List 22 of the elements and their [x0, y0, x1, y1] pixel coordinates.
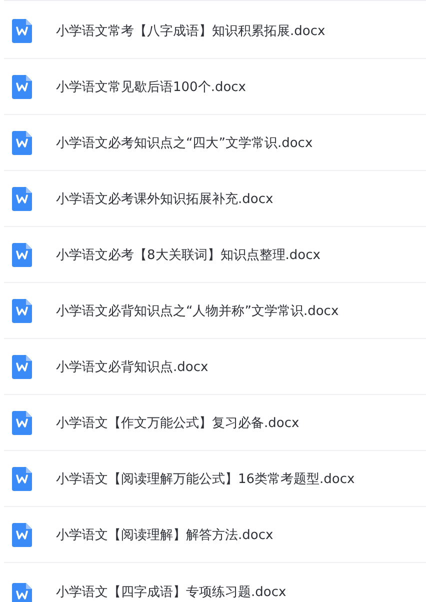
document-icon [12, 242, 32, 266]
file-name[interactable]: 小学语文【作文万能公式】复习必备.docx [56, 414, 300, 432]
document-icon [12, 74, 32, 98]
document-icon [12, 522, 32, 546]
document-icon [12, 354, 32, 378]
file-name[interactable]: 小学语文必考知识点之“四大”文学常识.docx [56, 134, 313, 152]
file-name[interactable]: 小学语文【四字成语】专项练习题.docx [56, 583, 286, 601]
file-name[interactable]: 小学语文必考课外知识拓展补充.docx [56, 190, 274, 208]
document-icon [12, 583, 32, 602]
document-icon [12, 130, 32, 154]
document-icon [12, 18, 32, 42]
file-name[interactable]: 小学语文常见歇后语100个.docx [56, 78, 246, 96]
file-name[interactable]: 小学语文必背知识点.docx [56, 358, 208, 376]
file-name[interactable]: 小学语文【阅读理解万能公式】16类常考题型.docx [56, 470, 355, 488]
document-icon [12, 466, 32, 490]
document-icon [12, 410, 32, 434]
document-icon [12, 186, 32, 210]
file-name[interactable]: 小学语文必考【8大关联词】知识点整理.docx [56, 246, 320, 264]
file-name[interactable]: 小学语文【阅读理解】解答方法.docx [56, 526, 274, 544]
document-icon [12, 298, 32, 322]
file-name[interactable]: 小学语文常考【八字成语】知识积累拓展.docx [56, 22, 326, 40]
file-name[interactable]: 小学语文必背知识点之“人物并称”文学常识.docx [56, 302, 339, 320]
